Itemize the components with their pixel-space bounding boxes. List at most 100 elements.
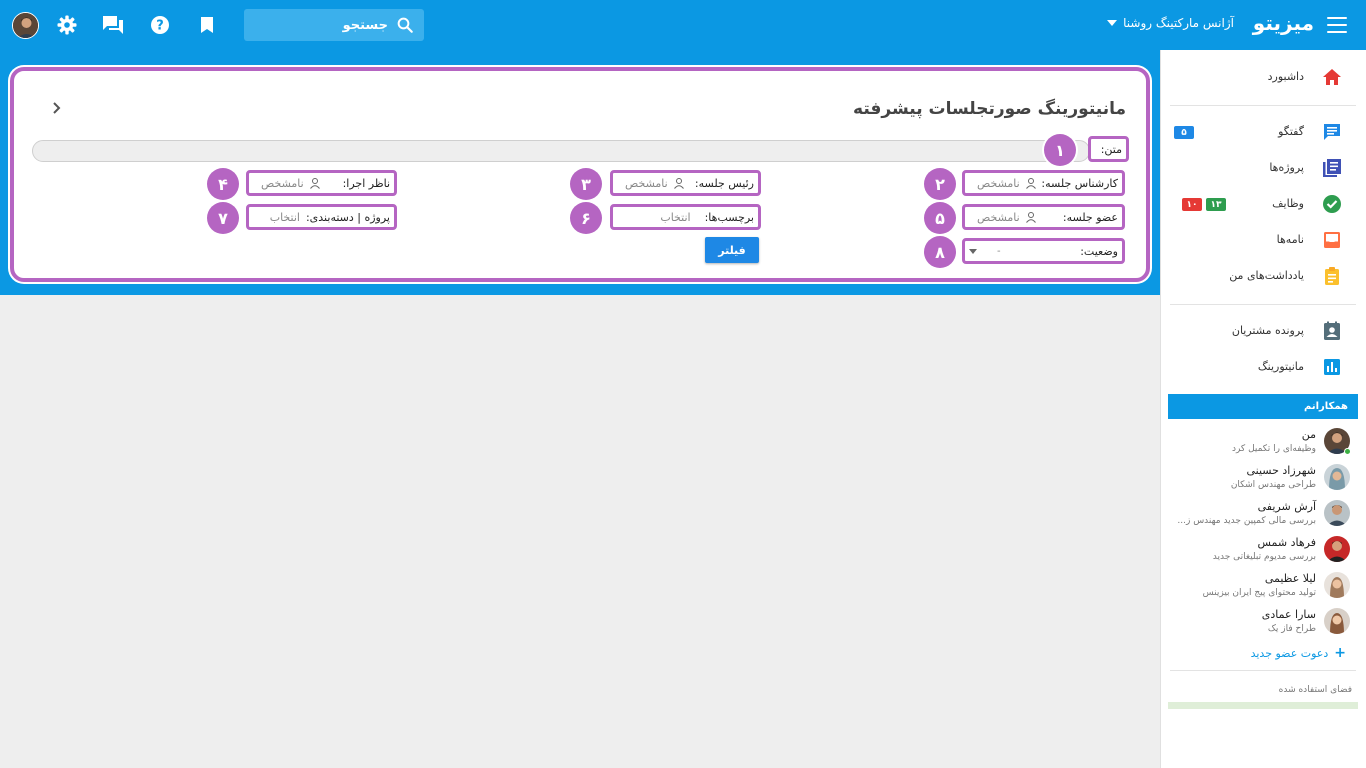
status-label: وضعیت: <box>1080 244 1118 258</box>
member-field[interactable]: عضو جلسه: نامشخص <box>962 204 1125 230</box>
help-icon[interactable]: ? <box>148 13 172 37</box>
supervisor-field[interactable]: ناظر اجرا: نامشخص <box>246 170 397 196</box>
badge-1: ۱ <box>1044 134 1076 166</box>
tags-field[interactable]: برچسب‌ها: انتخاب <box>610 204 761 230</box>
user-icon <box>1025 212 1036 223</box>
tags-value[interactable]: انتخاب <box>625 211 705 224</box>
sidebar-item-monitoring[interactable]: مانیتورینگ <box>1160 349 1366 385</box>
divider <box>1170 670 1356 671</box>
member-item[interactable]: سارا عمادی طراح فاز یک <box>1160 606 1366 642</box>
text-input[interactable] <box>32 140 1090 162</box>
svg-text:?: ? <box>156 19 164 34</box>
member-item[interactable]: آرش شریفی بررسی مالی کمپین جدید مهندس ز.… <box>1160 498 1366 534</box>
sidebar-item-tasks[interactable]: وظایف ۱۳ ۱۰ <box>1160 186 1366 222</box>
filter-card: مانیتورینگ صورتجلسات پیشرفته متن: ۱ کارش… <box>10 67 1150 282</box>
bookmark-icon[interactable] <box>195 13 219 37</box>
member-name: فرهاد شمس <box>1257 536 1316 549</box>
project-label: پروژه | دسته‌بندی: <box>305 210 390 224</box>
sidebar-item-projects[interactable]: پروژه‌ها <box>1160 150 1366 186</box>
sidebar-item-label: مانیتورینگ <box>1257 360 1304 373</box>
member-item[interactable]: لیلا عظیمی تولید محتوای پیج ایران بیزینس <box>1160 570 1366 606</box>
member-task: طراحی مهندس اشکان <box>1230 480 1316 490</box>
caret-down-icon <box>969 248 977 254</box>
avatar[interactable] <box>12 12 39 39</box>
status-value: - <box>997 245 1001 257</box>
invite-member-link[interactable]: + دعوت عضو جدید <box>1251 645 1346 661</box>
member-name: شهرزاد حسینی <box>1246 464 1316 477</box>
brand-logo[interactable]: میزیتو <box>1253 11 1314 35</box>
badge-2: ۲ <box>924 168 956 200</box>
online-indicator <box>1344 448 1351 455</box>
sidebar: داشبورد گفتگو ۵ پروژه‌ها وظایف ۱۳ ۱۰ نام… <box>1160 50 1366 768</box>
storage-label: فضای استفاده شده <box>1278 685 1352 695</box>
member-name: آرش شریفی <box>1257 500 1316 513</box>
avatar <box>1324 464 1350 490</box>
member-label: عضو جلسه: <box>1062 210 1118 224</box>
chart-icon <box>1324 359 1340 375</box>
divider <box>1170 304 1356 305</box>
menu-icon[interactable] <box>1326 14 1348 36</box>
status-select[interactable]: - <box>969 246 1001 257</box>
inbox-icon <box>1324 232 1340 248</box>
org-selector[interactable]: آژانس مارکتینگ روشنا <box>1107 16 1234 30</box>
chair-value[interactable]: نامشخص <box>625 177 685 190</box>
member-name: لیلا عظیمی <box>1264 572 1316 585</box>
sidebar-item-label: داشبورد <box>1267 70 1304 83</box>
settings-icon[interactable] <box>55 13 79 37</box>
contacts-icon <box>1324 321 1340 340</box>
supervisor-label: ناظر اجرا: <box>342 176 390 190</box>
chair-label: رئیس جلسه: <box>694 176 754 190</box>
badge-7: ۷ <box>207 202 239 234</box>
avatar <box>1324 500 1350 526</box>
text-label: متن: <box>1100 142 1122 156</box>
expert-field[interactable]: کارشناس جلسه: نامشخص <box>962 170 1125 196</box>
team-header: همکارانم <box>1168 394 1358 419</box>
member-value[interactable]: نامشخص <box>977 211 1037 224</box>
search-icon <box>397 17 413 33</box>
storage-bar <box>1168 702 1358 709</box>
badge-3: ۳ <box>570 168 602 200</box>
page-title: مانیتورینگ صورتجلسات پیشرفته <box>853 99 1126 119</box>
avatar <box>1324 536 1350 562</box>
member-task: تولید محتوای پیج ایران بیزینس <box>1202 588 1316 598</box>
badge-4: ۴ <box>207 168 239 200</box>
expert-value[interactable]: نامشخص <box>977 177 1037 190</box>
project-value[interactable]: انتخاب <box>261 211 306 224</box>
sidebar-item-label: پروژه‌ها <box>1269 161 1304 174</box>
search-box[interactable] <box>244 9 424 41</box>
top-bar: میزیتو آژانس مارکتینگ روشنا ? <box>0 0 1366 50</box>
notes-icon <box>1325 267 1339 285</box>
chat-icon <box>1324 124 1340 140</box>
badge-5: ۵ <box>924 202 956 234</box>
filter-button[interactable]: فیلتر <box>705 237 759 263</box>
project-field[interactable]: پروژه | دسته‌بندی: انتخاب <box>246 204 397 230</box>
sidebar-item-label: یادداشت‌های من <box>1229 269 1304 282</box>
sidebar-item-customers[interactable]: پرونده مشتریان <box>1160 313 1366 349</box>
avatar <box>1324 608 1350 634</box>
member-item[interactable]: فرهاد شمس بررسی مدیوم تبلیغاتی جدید <box>1160 534 1366 570</box>
home-icon <box>1323 69 1341 85</box>
member-item[interactable]: من وظیفه‌ای را تکمیل کرد <box>1160 426 1366 462</box>
sidebar-item-dashboard[interactable]: داشبورد <box>1160 59 1366 95</box>
member-task: بررسی مدیوم تبلیغاتی جدید <box>1212 552 1316 562</box>
check-icon <box>1323 195 1341 213</box>
badge-6: ۶ <box>570 202 602 234</box>
supervisor-value[interactable]: نامشخص <box>261 177 321 190</box>
member-name: من <box>1301 428 1316 441</box>
member-task: وظیفه‌ای را تکمیل کرد <box>1231 444 1316 454</box>
sidebar-item-notes[interactable]: یادداشت‌های من <box>1160 258 1366 294</box>
status-field[interactable]: وضعیت: - <box>962 238 1125 264</box>
user-icon <box>673 178 684 189</box>
chevron-right-icon[interactable] <box>50 101 64 115</box>
unread-badge: ۵ <box>1174 126 1194 139</box>
user-icon <box>1025 178 1036 189</box>
member-item[interactable]: شهرزاد حسینی طراحی مهندس اشکان <box>1160 462 1366 498</box>
badge-8: ۸ <box>924 236 956 268</box>
chair-field[interactable]: رئیس جلسه: نامشخص <box>610 170 761 196</box>
search-input[interactable] <box>268 17 388 33</box>
chat-icon[interactable] <box>101 13 125 37</box>
sidebar-item-label: وظایف <box>1272 197 1304 210</box>
sidebar-item-chat[interactable]: گفتگو ۵ <box>1160 114 1366 150</box>
projects-icon <box>1323 159 1341 177</box>
sidebar-item-letters[interactable]: نامه‌ها <box>1160 222 1366 258</box>
